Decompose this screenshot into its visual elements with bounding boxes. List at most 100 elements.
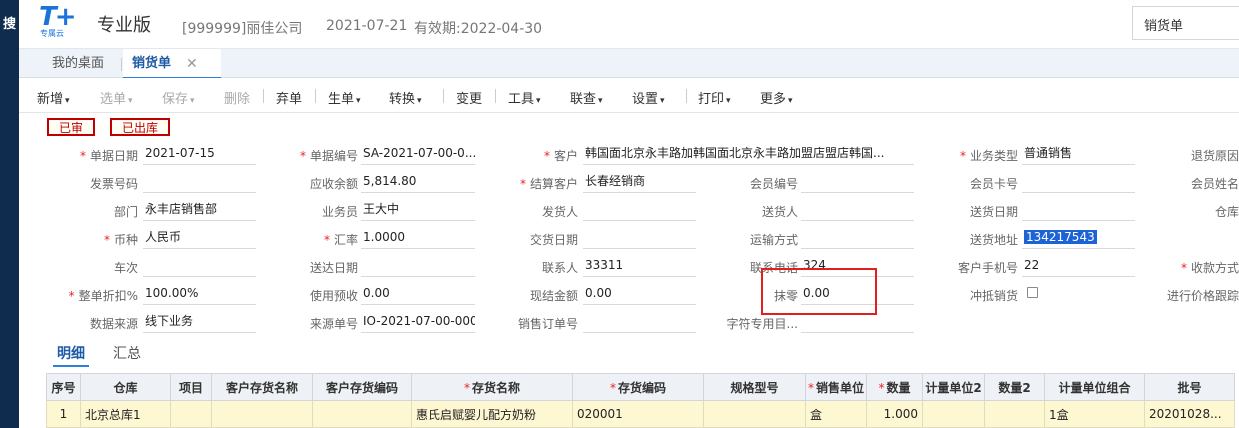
highlight-annotation-box [761,268,877,315]
tab-my-desktop[interactable]: 我的桌面 [52,49,104,79]
col-header[interactable]: 仓库 [80,373,171,401]
rate-field[interactable]: 1.0000 [361,227,475,249]
cash-settle-field[interactable]: 0.00 [583,283,696,305]
cell[interactable]: 20201028... [1144,400,1235,428]
member-no-field[interactable] [801,171,914,193]
col-header[interactable]: * 销售单位 [805,373,867,401]
dept-field[interactable]: 永丰店销售部 [143,199,256,221]
cash-settle-label: 现结金额 [529,289,578,303]
settle-customer-field[interactable]: 长春经销商 [583,171,696,193]
cell[interactable] [312,400,412,428]
salesman-field[interactable]: 王大中 [361,199,475,221]
doc-no-field[interactable]: SA-2021-07-00-0... [361,143,475,165]
currency-field[interactable]: 人民币 [143,227,256,249]
cell[interactable]: 1.000 [866,400,923,428]
app-logo: T+ 专属云 [39,2,93,40]
nav-icon[interactable]: 搜 [1,16,18,34]
col-header[interactable]: 批号 [1144,373,1235,401]
abandon-button[interactable]: 弃单 [276,88,302,107]
doc-date-field[interactable]: 2021-07-15 [143,143,256,165]
col-header[interactable]: 序号 [46,373,81,401]
query-button[interactable]: 联查 ▾ [570,88,603,107]
delete-button[interactable]: 删除 [224,88,250,107]
sales-order-window: 搜 T+ 专属云 专业版 [999999]丽佳公司 2021-07-21 有效期… [0,0,1239,428]
contact-label: 联系人 [541,261,578,275]
tab-bar: 我的桌面 销货单 ✕ [19,48,1239,79]
col-header[interactable]: 客户存货名称 [211,373,313,401]
select-button[interactable]: 选单 ▾ [100,88,133,107]
delivery-addr-label: 送货地址 [969,233,1018,247]
tab-detail[interactable]: 明细 [53,343,89,367]
col-header[interactable]: * 存货编码 [572,373,704,401]
chevron-down-icon: ▾ [128,96,133,106]
col-header[interactable]: 客户存货编码 [312,373,412,401]
shipper-field[interactable] [583,199,696,221]
deliverer-field[interactable] [801,199,914,221]
discount-field[interactable]: 100.00% [143,283,256,305]
login-date: 2021-07-21 [326,18,408,34]
receivable-label: 应收余额 [309,177,358,191]
cust-mobile-field[interactable]: 22 [1022,255,1135,277]
delivery-addr-field[interactable]: 134217543 [1022,227,1135,249]
member-card-field[interactable] [1022,171,1135,193]
print-button[interactable]: 打印 ▾ [698,88,731,107]
vehicle-field[interactable] [143,255,256,277]
col-header[interactable]: * 数量 [866,373,923,401]
cell[interactable]: 1盒 [1044,400,1145,428]
return-reason-label: 退货原因 [1190,149,1239,163]
data-source-field: 线下业务 [143,311,256,333]
col-header[interactable]: 规格型号 [703,373,806,401]
cell[interactable] [984,400,1045,428]
col-header[interactable]: * 存货名称 [411,373,573,401]
biz-type-field[interactable]: 普通销售 [1022,143,1135,165]
table-row[interactable]: 1 北京总库1 惠氏启赋婴儿配方奶粉 020001 盒 1.000 1盒 202… [46,400,1235,428]
shipped-stamp: 已出库 [110,118,171,136]
new-button[interactable]: 新增 ▾ [37,88,70,107]
cell[interactable]: 北京总库1 [80,400,171,428]
vehicle-label: 车次 [113,261,138,275]
sales-order-field[interactable] [583,311,696,333]
delivery-date-field[interactable] [1022,199,1135,221]
invoice-no-field[interactable] [143,171,256,193]
convert-button[interactable]: 转换 ▾ [389,88,422,107]
cell[interactable]: 020001 [572,400,704,428]
contact-field[interactable]: 33311 [583,255,696,277]
audited-stamp: 已审 [47,118,96,136]
cell[interactable] [922,400,985,428]
transport-field[interactable] [801,227,914,249]
col-header[interactable]: 项目 [170,373,212,401]
col-header[interactable]: 数量2 [984,373,1045,401]
cell[interactable]: 惠氏启赋婴儿配方奶粉 [411,400,573,428]
generate-button[interactable]: 生单 ▾ [328,88,361,107]
col-header[interactable]: 计量单位2 [922,373,985,401]
table-header-row: 序号 仓库 项目 客户存货名称 客户存货编码 * 存货名称 * 存货编码 规格型号 … [46,373,1235,401]
logo-sub: 专属云 [40,29,64,38]
settings-button[interactable]: 设置 ▾ [632,88,665,107]
offset-sale-checkbox[interactable] [1027,287,1038,298]
col-header[interactable]: 计量单位组合 [1044,373,1145,401]
validity: 有效期:2022-04-30 [414,21,543,37]
company-name: [999999]丽佳公司 [182,21,303,37]
cell: 1 [46,400,81,428]
save-button[interactable]: 保存 ▾ [162,88,195,107]
close-icon[interactable]: ✕ [186,49,198,79]
member-name-label: 会员姓名 [1190,177,1239,191]
data-source-label: 数据来源 [89,317,138,331]
tab-sales-order[interactable]: 销货单 ✕ [123,49,221,79]
top-header: T+ 专属云 专业版 [999999]丽佳公司 2021-07-21 有效期:2… [19,0,1239,48]
customer-field[interactable]: 韩国面北京永丰路加韩国面北京永丰路加盟店盟店韩国... [583,143,914,165]
handover-date-field[interactable] [583,227,696,249]
source-no-label: 来源单号 [309,317,358,331]
cell[interactable]: 盒 [805,400,867,428]
arrival-date-field[interactable] [361,255,475,277]
function-search-input[interactable]: 销货单 [1132,6,1239,40]
cell[interactable] [211,400,313,428]
source-no-field: IO-2021-07-00-0002 [361,311,475,333]
use-prepay-field[interactable]: 0.00 [361,283,475,305]
more-button[interactable]: 更多 ▾ [760,88,793,107]
change-button[interactable]: 变更 [456,88,482,107]
tab-summary[interactable]: 汇总 [113,343,141,367]
cell[interactable] [703,400,806,428]
tools-button[interactable]: 工具 ▾ [508,88,541,107]
cell[interactable] [170,400,212,428]
